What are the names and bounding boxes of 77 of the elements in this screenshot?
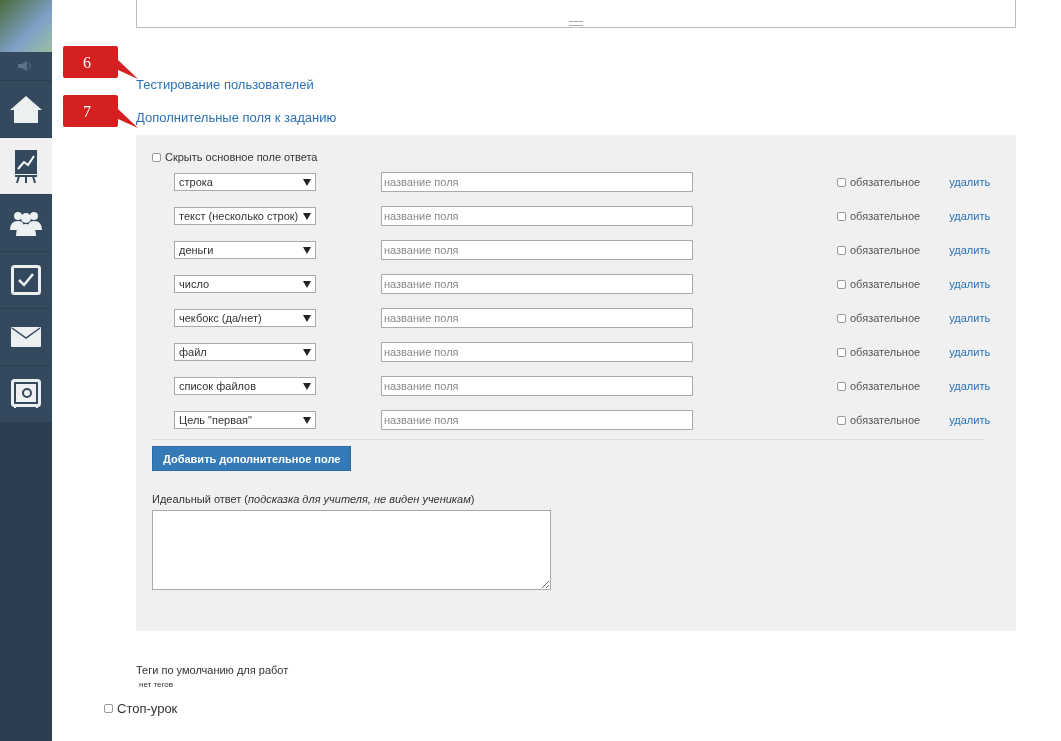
- section-link[interactable]: Тестирование пользователей: [136, 77, 314, 92]
- avatar-photo-placeholder[interactable]: [0, 0, 52, 52]
- text-area[interactable]: [136, 0, 1016, 28]
- field-type-dropdown[interactable]: строка: [174, 173, 316, 191]
- field-name-input[interactable]: название поля: [381, 342, 693, 362]
- required-label: обязательное: [850, 312, 921, 324]
- sidebar-item[interactable]: [0, 366, 52, 423]
- field-name-input[interactable]: название поля: [381, 376, 693, 396]
- required-label: обязательное: [850, 176, 921, 188]
- required-checkbox[interactable]: [837, 347, 846, 357]
- delete-link[interactable]: удалить: [949, 312, 991, 324]
- required-label: обязательное: [850, 380, 921, 392]
- caret-icon: [303, 314, 311, 322]
- hide-field-label: Скрыть основное поле ответа: [165, 151, 318, 163]
- field-name-input[interactable]: название поля: [381, 172, 693, 192]
- caret-icon: [303, 416, 311, 424]
- home-icon: [9, 94, 43, 124]
- caret-icon: [303, 348, 311, 356]
- caret-icon: [303, 280, 311, 288]
- envelope-icon: [11, 327, 41, 347]
- callout-number: 7: [83, 103, 91, 120]
- field-type-dropdown[interactable]: текст (несколько строк): [174, 207, 316, 225]
- field-type-dropdown[interactable]: Цель "первая": [174, 411, 316, 429]
- field-type-dropdown[interactable]: деньги: [174, 241, 316, 259]
- required-label: обязательное: [850, 414, 921, 426]
- delete-link[interactable]: удалить: [949, 176, 991, 188]
- stop-lesson-checkbox[interactable]: [104, 704, 113, 713]
- tags-label: Теги по умолчанию для работ: [136, 664, 289, 676]
- required-checkbox[interactable]: [837, 415, 846, 425]
- speaker-icon[interactable]: [18, 61, 34, 71]
- delete-link[interactable]: удалить: [949, 210, 991, 222]
- required-label: обязательное: [850, 210, 921, 222]
- add-field-button[interactable]: Добавить дополнительное поле: [152, 446, 352, 471]
- required-checkbox[interactable]: [837, 211, 846, 221]
- chart-board-icon: [13, 148, 39, 184]
- field-name-input[interactable]: название поля: [381, 308, 693, 328]
- required-label: обязательное: [850, 278, 921, 290]
- sidebar-item[interactable]: [0, 309, 52, 366]
- sidebar-item[interactable]: [0, 138, 52, 195]
- field-type-dropdown[interactable]: чекбокс (да/нет): [174, 309, 316, 327]
- delete-link[interactable]: удалить: [949, 278, 991, 290]
- delete-link[interactable]: удалить: [949, 380, 991, 392]
- field-name-input[interactable]: название поля: [381, 206, 693, 226]
- section-link[interactable]: Дополнительные поля к заданию: [136, 110, 337, 125]
- required-label: обязательное: [850, 244, 921, 256]
- delete-link[interactable]: удалить: [949, 244, 991, 256]
- resize-grip-icon[interactable]: [569, 21, 583, 26]
- ideal-answer-label: Идеальный ответ (подсказка для учителя, не виден ученикам): [152, 493, 475, 505]
- checkbox-icon: [11, 265, 41, 295]
- caret-icon: [303, 212, 311, 220]
- callout-number: 6: [83, 54, 91, 71]
- required-checkbox[interactable]: [837, 177, 846, 187]
- sidebar-item[interactable]: [0, 252, 52, 309]
- sidebar-item[interactable]: [0, 195, 52, 252]
- caret-icon: [303, 178, 311, 186]
- ideal-answer-field[interactable]: [152, 510, 551, 590]
- required-checkbox[interactable]: [837, 313, 846, 323]
- field-type-dropdown[interactable]: список файлов: [174, 377, 316, 395]
- required-checkbox[interactable]: [837, 381, 846, 391]
- delete-link[interactable]: удалить: [949, 346, 991, 358]
- caret-icon: [303, 382, 311, 390]
- field-type-dropdown[interactable]: число: [174, 275, 316, 293]
- field-type-dropdown[interactable]: файл: [174, 343, 316, 361]
- field-name-input[interactable]: название поля: [381, 410, 693, 430]
- required-checkbox[interactable]: [837, 279, 846, 289]
- field-name-input[interactable]: название поля: [381, 240, 693, 260]
- field-name-input[interactable]: название поля: [381, 274, 693, 294]
- required-label: обязательное: [850, 346, 921, 358]
- hide-field-checkbox[interactable]: [152, 152, 161, 162]
- caret-icon: [303, 246, 311, 254]
- stop-lesson-label: Стоп-урок: [117, 701, 178, 716]
- delete-link[interactable]: удалить: [949, 414, 991, 426]
- tags-value: нет тегов: [139, 680, 173, 689]
- safe-icon: [11, 379, 41, 409]
- sidebar-item[interactable]: [0, 81, 52, 138]
- people-icon: [10, 210, 42, 236]
- required-checkbox[interactable]: [837, 245, 846, 255]
